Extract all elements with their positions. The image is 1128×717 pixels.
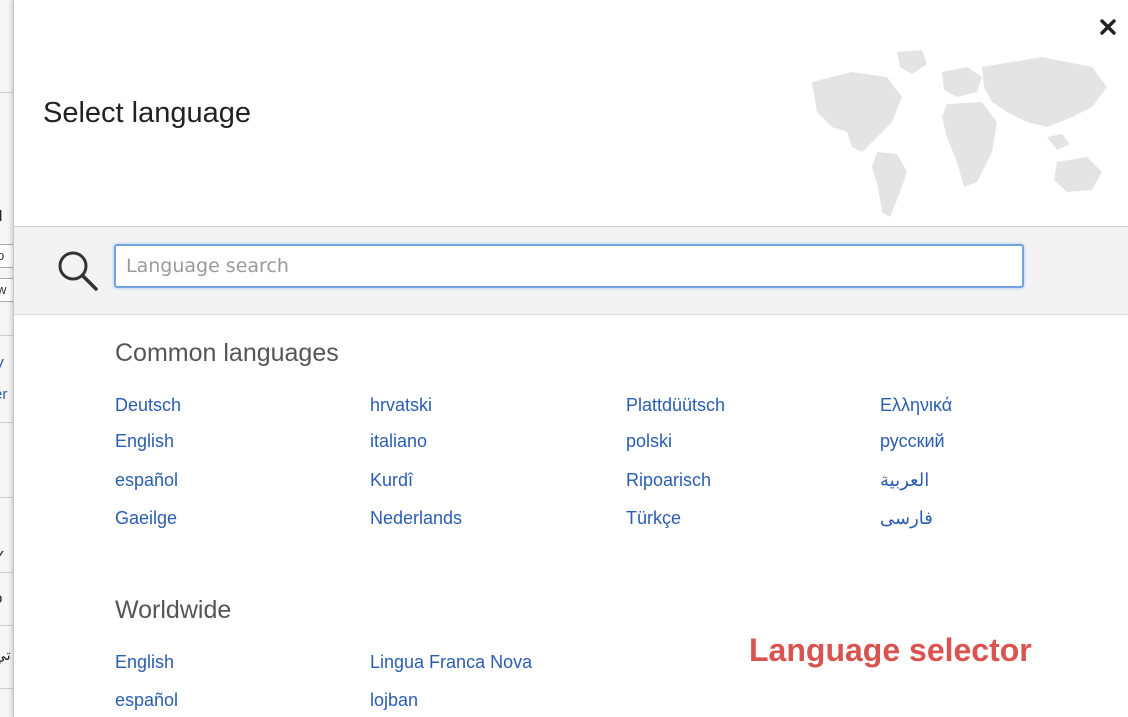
worldwide-heading: Worldwide — [115, 596, 232, 624]
background-divider — [0, 497, 14, 498]
background-link: V — [0, 356, 4, 373]
language-link[interactable]: English — [115, 652, 174, 673]
background-divider — [0, 572, 14, 573]
language-link[interactable]: Plattdüütsch — [626, 395, 725, 416]
language-link[interactable]: Ελληνικά — [880, 395, 952, 416]
background-divider — [0, 625, 14, 626]
background-text: o — [0, 590, 2, 607]
language-link[interactable]: Ripoarisch — [626, 470, 711, 491]
close-button[interactable] — [1093, 12, 1123, 42]
background-page: ) d o w V er Y o تي — [0, 0, 14, 717]
language-link[interactable]: español — [115, 690, 178, 711]
language-link[interactable]: Gaeilge — [115, 508, 177, 529]
language-link[interactable]: lojban — [370, 690, 418, 711]
language-selector-dialog: Select language Common languages Deutsch… — [13, 0, 1128, 717]
background-field: o — [0, 244, 14, 268]
language-link[interactable]: русский — [880, 431, 945, 452]
world-map-icon — [812, 50, 1107, 217]
language-link[interactable]: Kurdî — [370, 470, 413, 491]
language-link[interactable]: Türkçe — [626, 508, 681, 529]
language-link[interactable]: italiano — [370, 431, 427, 452]
common-languages-heading: Common languages — [115, 339, 339, 367]
language-link[interactable]: español — [115, 470, 178, 491]
search-icon — [58, 251, 98, 291]
language-link[interactable]: English — [115, 431, 174, 452]
background-divider — [0, 688, 14, 689]
language-search-input[interactable] — [114, 244, 1024, 288]
language-link[interactable]: polski — [626, 431, 672, 452]
annotation-label: Language selector — [749, 632, 1032, 668]
background-field: w — [0, 278, 14, 302]
dialog-title: Select language — [43, 97, 251, 129]
background-divider — [0, 422, 14, 423]
background-divider — [0, 335, 14, 336]
dialog-header: Select language — [14, 0, 1128, 227]
close-icon — [1100, 19, 1116, 35]
language-link[interactable]: فارسی — [880, 508, 933, 529]
language-link[interactable]: العربية — [880, 470, 929, 491]
background-text: Y — [0, 548, 4, 565]
language-link[interactable]: Nederlands — [370, 508, 462, 529]
background-text: d — [0, 208, 2, 225]
language-link[interactable]: Lingua Franca Nova — [370, 652, 532, 673]
search-bar — [14, 227, 1128, 315]
background-text: تي — [0, 647, 11, 664]
background-link: er — [0, 386, 8, 403]
background-divider — [0, 92, 14, 93]
language-link[interactable]: hrvatski — [370, 395, 432, 416]
language-link[interactable]: Deutsch — [115, 395, 181, 416]
